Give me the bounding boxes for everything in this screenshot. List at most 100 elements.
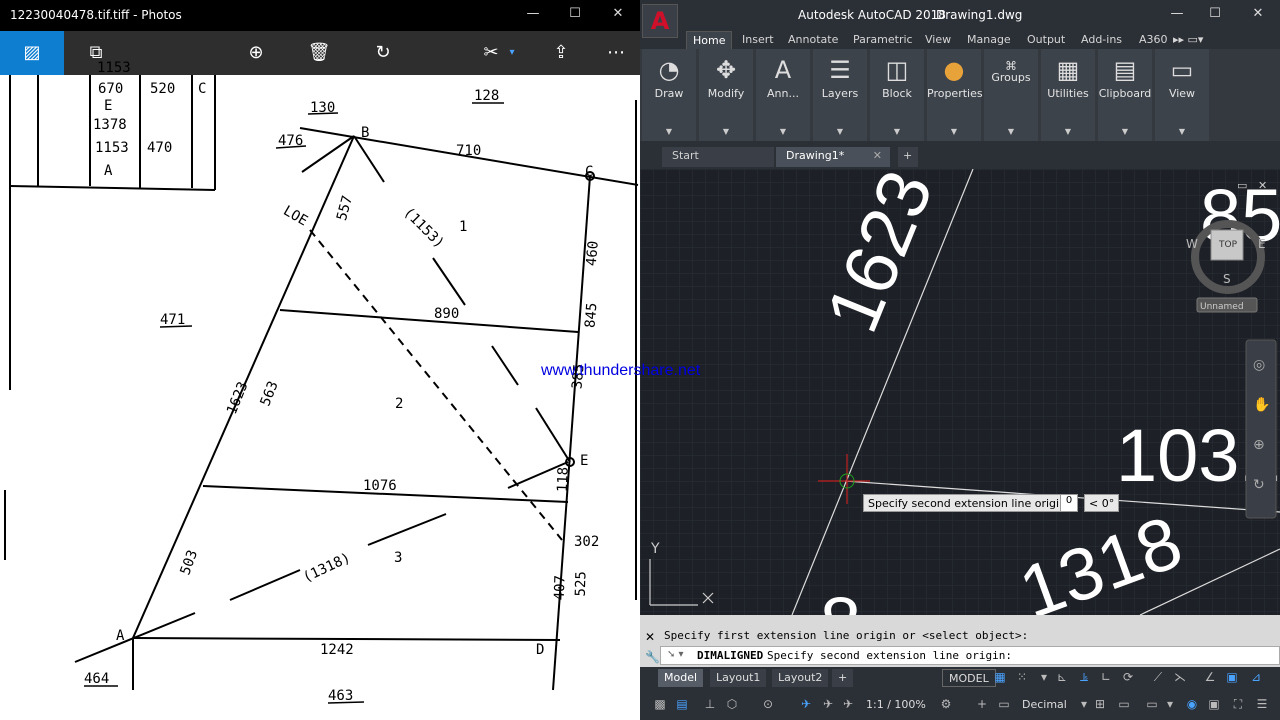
isodraft-icon[interactable]: ⟋ [1150, 670, 1166, 686]
quick-properties-toggle-icon[interactable]: ⊞ [1092, 697, 1108, 713]
panel-utilities[interactable]: ▦ Utilities ▼ [1041, 49, 1095, 141]
chevron-down-icon[interactable]: ▾ [500, 41, 524, 65]
clean-screen-icon[interactable]: ▣ [1206, 697, 1222, 713]
panel-modify[interactable]: ✥ Modify ▼ [699, 49, 753, 141]
autocad-app-menu[interactable]: A [642, 4, 678, 38]
viewcube-east[interactable]: E [1258, 237, 1266, 251]
lineweight-icon[interactable]: ∠ [1202, 670, 1218, 686]
customize-icon[interactable]: 🔧 [645, 650, 660, 664]
zoom-icon[interactable]: ⊕ [244, 41, 268, 65]
tab-parametric[interactable]: Parametric [853, 33, 913, 46]
close-viewport-icon[interactable]: ✕ [1258, 179, 1267, 192]
close-tab-icon[interactable]: ✕ [873, 147, 882, 165]
osnap-icon[interactable]: ⋋ [1172, 670, 1188, 686]
ortho-icon[interactable]: ∟ [1098, 670, 1114, 686]
viewcube-top[interactable]: TOP [1218, 240, 1238, 250]
fullscreen-icon[interactable]: ⛶ [1230, 697, 1246, 713]
tab-addins[interactable]: Add-ins [1081, 33, 1122, 46]
chevron-down-icon[interactable]: ▾ [1162, 697, 1178, 713]
share-icon[interactable]: ⇪ [549, 41, 573, 65]
panel-draw[interactable]: ◔ Draw ▼ [642, 49, 696, 141]
new-tab-button[interactable]: + [898, 147, 918, 167]
tab-model[interactable]: Model [658, 669, 704, 687]
tab-annotate[interactable]: Annotate [788, 33, 838, 46]
annotation-scale[interactable]: 1:1 / 100% [866, 698, 926, 711]
more-tabs-icon[interactable]: ▸▸ ▭▾ [1173, 33, 1203, 46]
delete-icon[interactable]: 🗑 [307, 41, 331, 65]
close-command-icon[interactable]: ✕ [645, 630, 655, 644]
panel-groups[interactable]: ⌘ Groups ▼ [984, 49, 1038, 141]
auto-scale-icon[interactable]: ✈ [820, 697, 836, 713]
tab-manage[interactable]: Manage [967, 33, 1011, 46]
panel-view[interactable]: ▭ View ▼ [1155, 49, 1209, 141]
orbit-icon[interactable]: ↻ [1253, 477, 1265, 493]
steering-wheel-icon[interactable]: ◎ [1253, 357, 1265, 373]
collection-button[interactable]: ▨ [0, 31, 64, 75]
tab-a360[interactable]: A360 [1139, 33, 1168, 46]
label-1153b: 1153 [95, 140, 129, 156]
restore-viewport-icon[interactable]: ▭ [1237, 179, 1247, 192]
tab-view[interactable]: View [925, 33, 951, 46]
minimize-button[interactable]: — [1162, 6, 1192, 26]
panel-layers[interactable]: ☰ Layers ▼ [813, 49, 867, 141]
image-icon: ▨ [23, 42, 41, 63]
hardware-acceleration-icon[interactable]: ◉ [1184, 697, 1200, 713]
drawing-canvas: 1623 85 1031 1318 8 Y TOP W E S Unnamed … [640, 169, 1280, 615]
workspace-icon[interactable]: ⚙ [938, 697, 954, 713]
panel-block[interactable]: ◫ Block ▼ [870, 49, 924, 141]
3d-osnap-icon[interactable]: ⬡ [724, 697, 740, 713]
rotate-icon[interactable]: ↻ [371, 41, 395, 65]
minimize-button[interactable]: — [518, 6, 548, 26]
transparency-icon[interactable]: ▩ [652, 697, 668, 713]
tab-drawing1[interactable]: Drawing1* ✕ [776, 147, 890, 167]
zoom-extents-icon[interactable]: ⊕ [1253, 437, 1265, 453]
model-space-toggle[interactable]: MODEL [942, 669, 996, 687]
viewcube-west[interactable]: W [1186, 237, 1198, 251]
chevron-down-icon[interactable]: ▾ [1076, 697, 1092, 713]
dynamic-input-field[interactable]: 0 [1060, 494, 1078, 512]
snap-icon[interactable]: ⁙ [1014, 670, 1030, 686]
maximize-button[interactable]: ☐ [560, 6, 590, 26]
panel-annotation[interactable]: A Ann... ▼ [756, 49, 810, 141]
tab-layout2[interactable]: Layout2 [772, 669, 829, 687]
tab-layout1[interactable]: Layout1 [710, 669, 767, 687]
customization-icon[interactable]: ☰ [1254, 697, 1270, 713]
tab-start[interactable]: Start [662, 147, 774, 167]
more-icon[interactable]: ⋯ [604, 41, 628, 65]
close-button[interactable]: ✕ [603, 6, 633, 26]
annotation-visibility-icon[interactable]: ✈ [798, 697, 814, 713]
isolate-objects-icon[interactable]: ▭ [996, 697, 1012, 713]
calculator-icon: ▦ [1056, 56, 1080, 84]
lock-ui-icon[interactable]: ▭ [1116, 697, 1132, 713]
annotation-monitor-icon[interactable]: ⊿ [1248, 670, 1264, 686]
slideshow-icon[interactable]: ⧉ [84, 41, 108, 65]
chevron-down-icon[interactable]: ▾ [1036, 670, 1052, 686]
tab-home[interactable]: Home [686, 31, 733, 49]
panel-properties[interactable]: ● Properties ▼ [927, 49, 983, 141]
dynamic-input-icon[interactable]: ⫡ [1076, 670, 1092, 686]
grid-icon[interactable]: ▦ [992, 670, 1008, 686]
document-tabs: Start Drawing1* ✕ + [640, 141, 1280, 169]
viewcube-south[interactable]: S [1223, 272, 1231, 286]
units-display[interactable]: Decimal [1022, 698, 1067, 711]
close-button[interactable]: ✕ [1243, 6, 1273, 26]
command-input[interactable]: ➘ ▾ DIMALIGNED Specify second extension … [660, 646, 1280, 665]
pan-icon[interactable]: ✋ [1253, 396, 1270, 413]
panel-clipboard[interactable]: ▤ Clipboard ▼ [1098, 49, 1152, 141]
tab-insert[interactable]: Insert [742, 33, 774, 46]
quick-properties-icon[interactable]: ▤ [674, 697, 690, 713]
drawing-viewport[interactable]: 1623 85 1031 1318 8 Y TOP W E S Unnamed … [640, 169, 1280, 615]
dynamic-ucs-icon[interactable]: ⊙ [760, 697, 776, 713]
new-layout-button[interactable]: + [832, 669, 854, 687]
ribbon-tabs: Home Insert Annotate Parametric View Man… [640, 31, 1280, 49]
annotation-scale-icon[interactable]: ✈ [840, 697, 856, 713]
tab-output[interactable]: Output [1027, 33, 1065, 46]
annotation-add-icon[interactable]: + [974, 697, 990, 713]
label-parcel-1: 1 [459, 219, 467, 235]
maximize-button[interactable]: ☐ [1200, 6, 1230, 26]
infer-icon[interactable]: ⊾ [1054, 670, 1070, 686]
polar-icon[interactable]: ⟳ [1120, 670, 1136, 686]
ucs-icon[interactable]: ⊥ [702, 697, 718, 713]
selection-cycling-icon[interactable]: ▣ [1224, 670, 1240, 686]
isolate-icon[interactable]: ▭ [1144, 697, 1160, 713]
